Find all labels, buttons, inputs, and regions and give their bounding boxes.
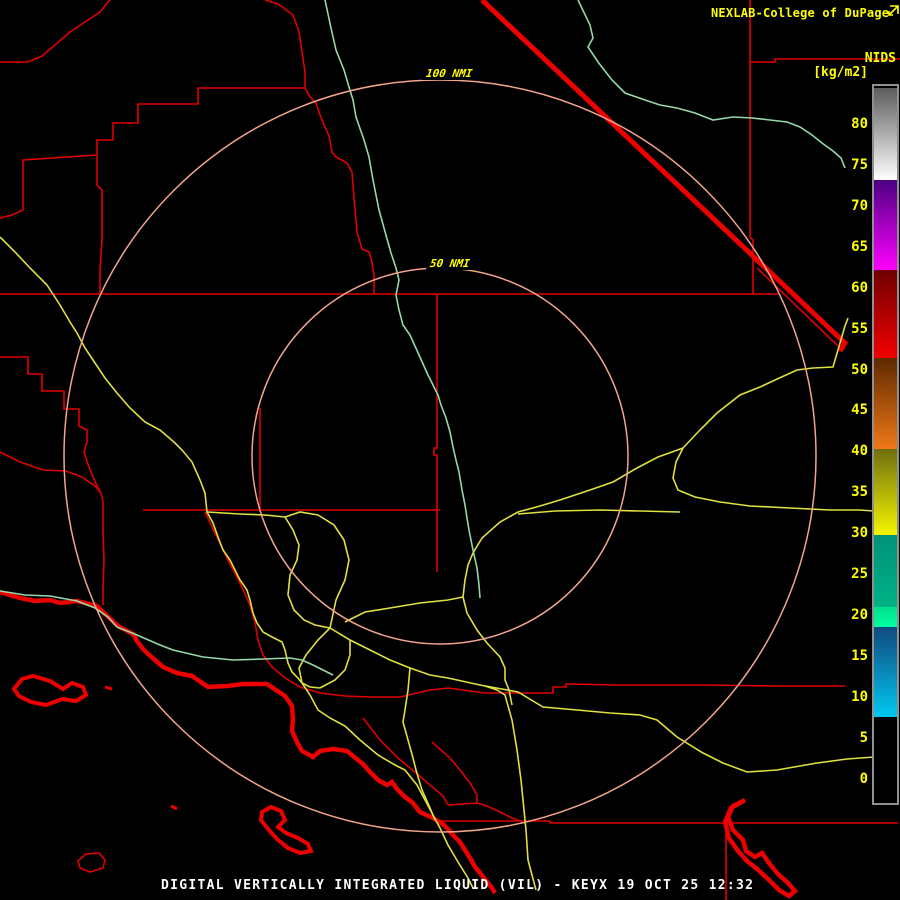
radar-screen: NEXLAB-College of DuPage NIDS [kg/m2] 80… [0, 0, 900, 900]
county-boundaries [0, 0, 900, 900]
islet [104, 685, 113, 691]
colorbar-tick-20: 20 [851, 607, 868, 623]
thick-diagonal-boundary [480, 0, 849, 353]
colorbar-segment-black [874, 717, 897, 799]
range-ring-label-100: 100 NMI [422, 67, 477, 80]
county-line [0, 87, 306, 219]
road [517, 509, 681, 515]
colorbar-tick-55: 55 [851, 321, 868, 337]
range-ring-100nmi [63, 79, 817, 833]
colorbar-tick-60: 60 [851, 280, 868, 296]
brand-link[interactable]: NEXLAB-College of DuPage [711, 6, 889, 20]
colorbar-tick-25: 25 [851, 566, 868, 582]
colorbar-segment-gray [874, 88, 897, 180]
colorbar-segment-purple-magenta [874, 180, 897, 270]
road [0, 236, 321, 689]
county-line [0, 356, 102, 494]
island-catalina [258, 804, 314, 856]
colorbar-segment-brown-orange [874, 358, 897, 449]
county-line [204, 511, 400, 698]
external-link-icon[interactable] [886, 4, 900, 18]
coastline-group [0, 0, 849, 899]
colorbar-segment-dark-to-bright red [874, 270, 897, 358]
coastline [0, 589, 497, 895]
island-outline [77, 852, 106, 873]
colorbar-tick-45: 45 [851, 402, 868, 418]
radar-map [0, 0, 900, 900]
colorbar-tick-65: 65 [851, 239, 868, 255]
island-santa-cruz [11, 673, 89, 708]
colorbar-segment-teal [874, 535, 897, 607]
colorbar-tick-35: 35 [851, 484, 868, 500]
colorbar-tick-75: 75 [851, 157, 868, 173]
river [324, 0, 481, 599]
road [344, 596, 464, 623]
county-line [100, 492, 105, 605]
colorbar-tick-0: 0 [859, 771, 868, 787]
colorbar-segment-blue-cyan [874, 627, 897, 717]
county-line [756, 267, 839, 347]
county-line [96, 155, 103, 294]
range-ring-50nmi [251, 267, 629, 645]
county-line [749, 62, 754, 294]
river [116, 626, 334, 676]
colorbar-title: NIDS [864, 51, 896, 66]
county-line [437, 820, 898, 824]
county-line [264, 0, 375, 294]
road [319, 640, 351, 689]
colorbar-tick-15: 15 [851, 648, 868, 664]
colorbar-tick-10: 10 [851, 689, 868, 705]
county-line [399, 683, 845, 698]
road [462, 447, 684, 598]
county-line [433, 294, 438, 572]
river [577, 0, 846, 169]
county-line [0, 0, 111, 63]
road [484, 685, 537, 891]
road [682, 317, 849, 449]
county-line [431, 741, 521, 822]
colorbar-tick-50: 50 [851, 362, 868, 378]
colorbar-segment-olive-yellow [874, 449, 897, 535]
range-rings [63, 79, 817, 833]
road [206, 511, 286, 518]
islet [170, 804, 178, 811]
colorbar-tick-5: 5 [859, 730, 868, 746]
colorbar-segment-spring-green [874, 607, 897, 627]
colorbar-tick-30: 30 [851, 525, 868, 541]
colorbar-units: [kg/m2] [813, 65, 868, 80]
colorbar-tick-40: 40 [851, 443, 868, 459]
colorbar-tick-70: 70 [851, 198, 868, 214]
range-ring-label-50: 50 NMI [426, 257, 474, 270]
colorbar [872, 84, 899, 805]
rivers-group [0, 0, 846, 676]
colorbar-tick-80: 80 [851, 116, 868, 132]
product-title: DIGITAL VERTICALLY INTEGRATED LIQUID (VI… [161, 878, 755, 893]
